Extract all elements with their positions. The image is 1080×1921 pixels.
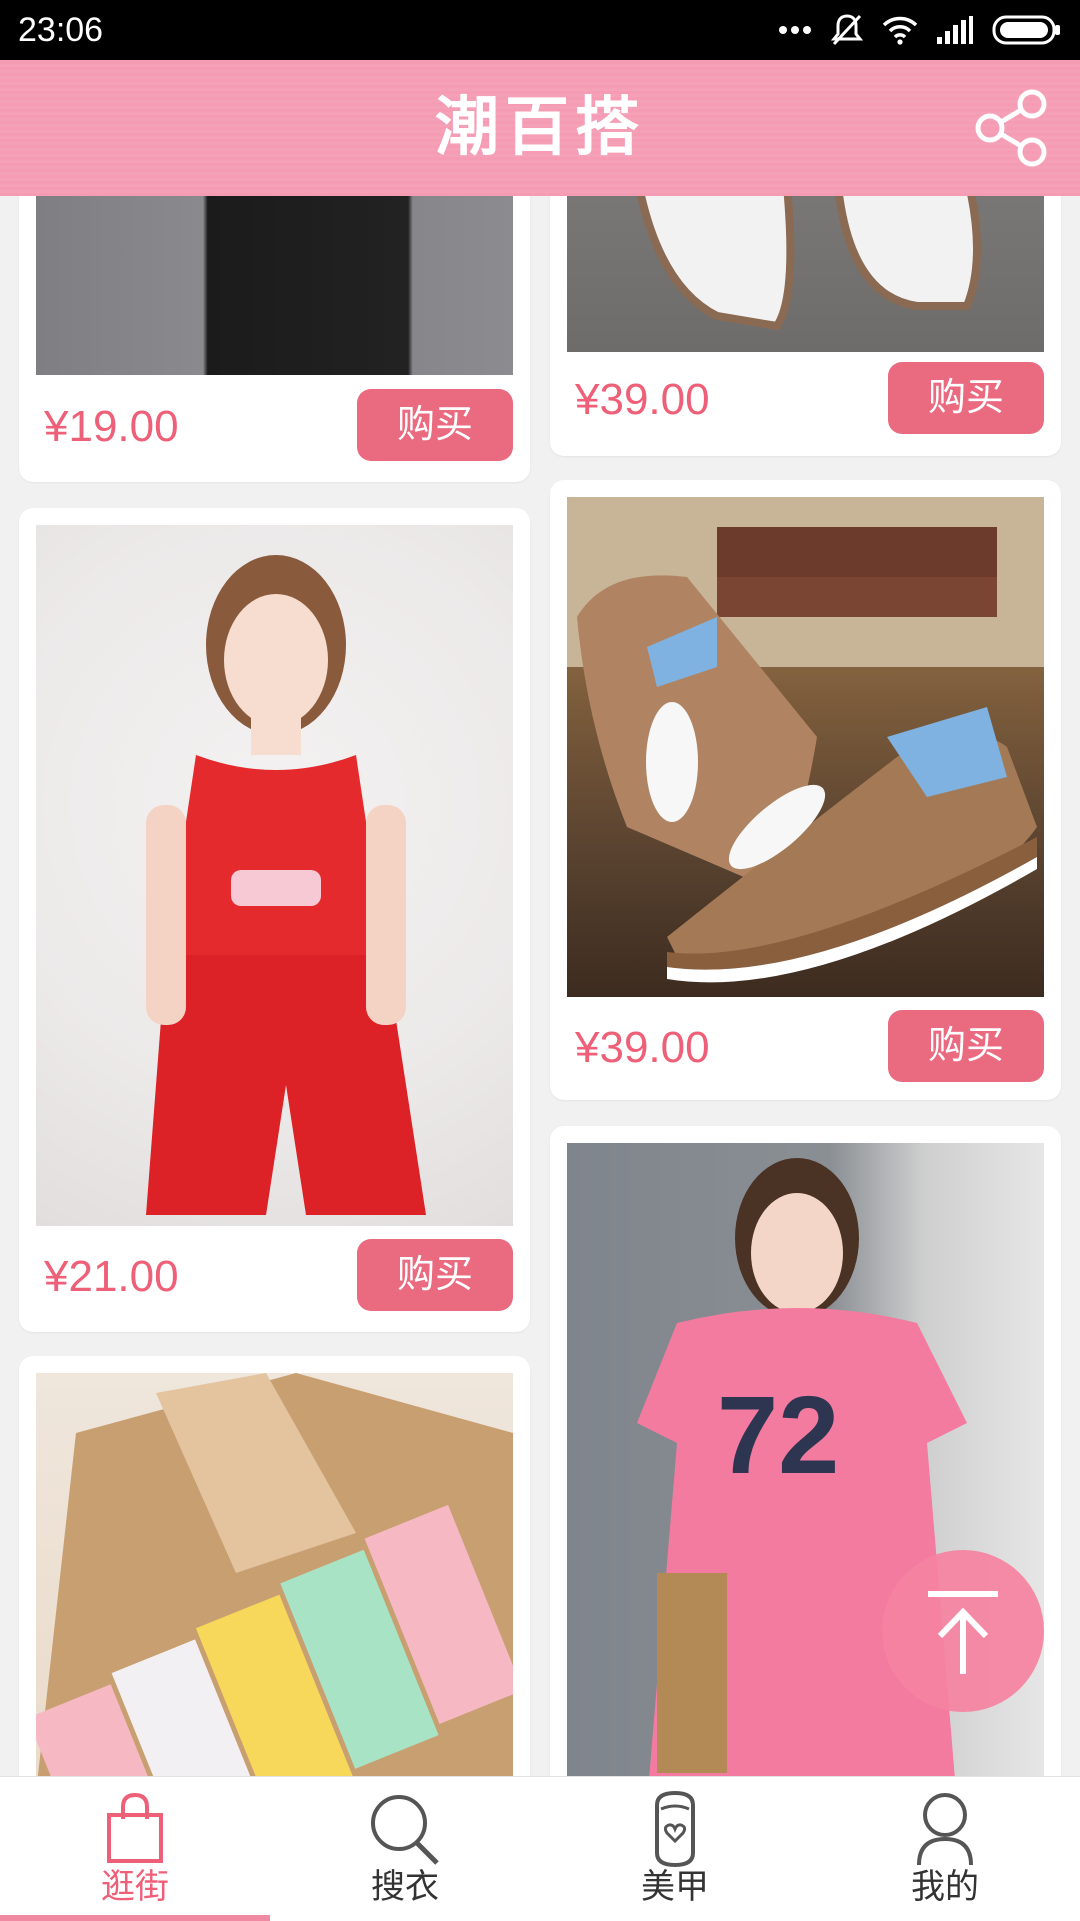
product-feed[interactable]: ¥19.00 购买 ¥39.00 购买 ¥21.00 购买 ¥39.00 购买 … — [0, 196, 1080, 1776]
shopping-bag-icon — [95, 1789, 175, 1869]
buy-button[interactable]: 购买 — [357, 389, 513, 461]
status-time: 23:06 — [18, 11, 104, 49]
nav-item-search-clothes[interactable]: 搜衣 — [270, 1777, 540, 1921]
product-image[interactable] — [567, 196, 1044, 352]
product-price: ¥39.00 — [575, 1023, 710, 1072]
status-icons — [778, 10, 1062, 50]
product-card[interactable]: ¥39.00 购买 — [550, 480, 1061, 1100]
product-image[interactable] — [36, 525, 513, 1226]
buy-button[interactable]: 购买 — [888, 1010, 1044, 1082]
nav-label: 逛街 — [101, 1867, 169, 1907]
product-card[interactable]: ¥19.00 购买 — [19, 196, 530, 482]
nav-label: 我的 — [911, 1867, 979, 1907]
wifi-icon — [882, 15, 918, 45]
product-image[interactable] — [36, 1373, 513, 1776]
nav-item-profile[interactable]: 我的 — [810, 1777, 1080, 1921]
nav-label: 美甲 — [641, 1867, 709, 1907]
status-bar: 23:06 — [0, 0, 1080, 60]
product-price: ¥19.00 — [44, 402, 179, 451]
product-image[interactable] — [567, 497, 1044, 997]
bottom-nav: 逛街 搜衣 美甲 我的 — [0, 1776, 1080, 1921]
product-price: ¥21.00 — [44, 1252, 179, 1301]
buy-button[interactable]: 购买 — [357, 1239, 513, 1311]
search-icon — [365, 1789, 445, 1869]
back-to-top-button[interactable] — [882, 1550, 1044, 1712]
silent-icon — [830, 12, 864, 48]
product-card[interactable]: ¥21.00 购买 — [19, 508, 530, 1332]
nav-label: 搜衣 — [371, 1867, 439, 1907]
more-dots-icon — [778, 24, 812, 36]
nail-polish-icon — [635, 1789, 715, 1869]
svg-text:72: 72 — [717, 1374, 839, 1497]
product-card[interactable] — [19, 1356, 530, 1776]
arrow-up-to-top-icon — [882, 1591, 1044, 1715]
nav-item-nails[interactable]: 美甲 — [540, 1777, 810, 1921]
product-card[interactable]: ¥39.00 购买 — [550, 196, 1061, 456]
share-icon[interactable] — [972, 88, 1052, 168]
buy-button[interactable]: 购买 — [888, 362, 1044, 434]
product-image[interactable] — [36, 196, 513, 375]
signal-icon — [936, 15, 974, 45]
app-header: 潮百搭 — [0, 60, 1080, 196]
nav-item-shopping[interactable]: 逛街 — [0, 1777, 270, 1921]
battery-icon — [992, 14, 1062, 46]
user-icon — [905, 1789, 985, 1869]
app-title: 潮百搭 — [435, 91, 645, 165]
product-price: ¥39.00 — [575, 375, 710, 424]
